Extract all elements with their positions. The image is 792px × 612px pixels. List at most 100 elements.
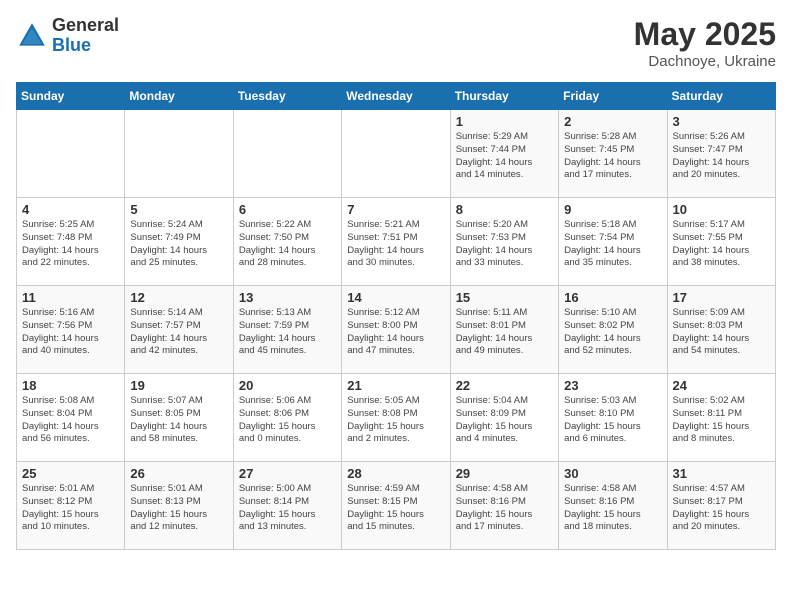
calendar-cell: 17Sunrise: 5:09 AM Sunset: 8:03 PM Dayli… — [667, 286, 775, 374]
day-info: Sunrise: 5:18 AM Sunset: 7:54 PM Dayligh… — [564, 219, 661, 270]
day-info: Sunrise: 5:20 AM Sunset: 7:53 PM Dayligh… — [456, 219, 553, 270]
day-info: Sunrise: 5:00 AM Sunset: 8:14 PM Dayligh… — [239, 483, 336, 534]
calendar-cell: 25 Sunrise: 5:01 AM Sunset: 8:12 PM Dayli… — [17, 462, 125, 550]
day-info: Sunrise: 5:10 AM Sunset: 8:02 PM Dayligh… — [564, 307, 661, 358]
day-info: Sunrise: 5:01 AM Sunset: 8:12 PM Dayligh… — [22, 483, 119, 534]
calendar-cell: 23 Sunrise: 5:03 AM Sunset: 8:10 PM Dayli… — [559, 374, 667, 462]
day-number: 29 — [456, 466, 553, 481]
day-info: Sunrise: 5:12 AM Sunset: 8:00 PM Dayligh… — [347, 307, 444, 358]
day-info: Sunrise: 5:09 AM Sunset: 8:03 PM Dayligh… — [673, 307, 770, 358]
calendar-cell: 28Sunrise: 4:59 AM Sunset: 8:15 PM Dayli… — [342, 462, 450, 550]
header-cell-wednesday: Wednesday — [342, 83, 450, 110]
header-cell-sunday: Sunday — [17, 83, 125, 110]
logo: General Blue — [16, 16, 119, 56]
day-info: Sunrise: 5:28 AM Sunset: 7:45 PM Dayligh… — [564, 131, 661, 182]
calendar-cell: 21Sunrise: 5:05 AM Sunset: 8:08 PM Dayli… — [342, 374, 450, 462]
day-info: Sunrise: 5:08 AM Sunset: 8:04 PM Dayligh… — [22, 395, 119, 446]
calendar-cell: 8Sunrise: 5:20 AM Sunset: 7:53 PM Daylig… — [450, 198, 558, 286]
logo-text: General Blue — [52, 16, 119, 56]
title-block: May 2025 Dachnoye, Ukraine — [634, 16, 776, 70]
calendar-cell — [17, 110, 125, 198]
day-number: 20 — [239, 378, 336, 393]
calendar-cell: 11 Sunrise: 5:16 AM Sunset: 7:56 PM Dayli… — [17, 286, 125, 374]
day-number: 3 — [673, 114, 770, 129]
day-info: Sunrise: 5:24 AM Sunset: 7:49 PM Dayligh… — [130, 219, 227, 270]
day-number: 15 — [456, 290, 553, 305]
day-info: Sunrise: 5:06 AM Sunset: 8:06 PM Dayligh… — [239, 395, 336, 446]
day-number: 13 — [239, 290, 336, 305]
calendar-cell: 6 Sunrise: 5:22 AM Sunset: 7:50 PM Daylig… — [233, 198, 341, 286]
day-number: 14 — [347, 290, 444, 305]
day-number: 19 — [130, 378, 227, 393]
calendar-week-row: 4Sunrise: 5:25 AM Sunset: 7:48 PM Daylig… — [17, 198, 776, 286]
day-number: 27 — [239, 466, 336, 481]
day-info: Sunrise: 5:03 AM Sunset: 8:10 PM Dayligh… — [564, 395, 661, 446]
day-info: Sunrise: 5:16 AM Sunset: 7:56 PM Dayligh… — [22, 307, 119, 358]
calendar-cell: 24 Sunrise: 5:02 AM Sunset: 8:11 PM Dayli… — [667, 374, 775, 462]
calendar-cell: 29 Sunrise: 4:58 AM Sunset: 8:16 PM Dayli… — [450, 462, 558, 550]
day-info: Sunrise: 5:14 AM Sunset: 7:57 PM Dayligh… — [130, 307, 227, 358]
day-info: Sunrise: 5:25 AM Sunset: 7:48 PM Dayligh… — [22, 219, 119, 270]
day-info: Sunrise: 5:21 AM Sunset: 7:51 PM Dayligh… — [347, 219, 444, 270]
calendar-cell: 22 Sunrise: 5:04 AM Sunset: 8:09 PM Dayli… — [450, 374, 558, 462]
day-info: Sunrise: 4:58 AM Sunset: 8:16 PM Dayligh… — [456, 483, 553, 534]
logo-general: General — [52, 16, 119, 36]
header-cell-tuesday: Tuesday — [233, 83, 341, 110]
location-subtitle: Dachnoye, Ukraine — [634, 53, 776, 70]
day-number: 21 — [347, 378, 444, 393]
calendar-cell — [342, 110, 450, 198]
day-info: Sunrise: 5:04 AM Sunset: 8:09 PM Dayligh… — [456, 395, 553, 446]
day-info: Sunrise: 5:02 AM Sunset: 8:11 PM Dayligh… — [673, 395, 770, 446]
day-number: 1 — [456, 114, 553, 129]
calendar-week-row: 18 Sunrise: 5:08 AM Sunset: 8:04 PM Dayli… — [17, 374, 776, 462]
calendar-week-row: 25 Sunrise: 5:01 AM Sunset: 8:12 PM Dayli… — [17, 462, 776, 550]
calendar-cell: 19 Sunrise: 5:07 AM Sunset: 8:05 PM Dayli… — [125, 374, 233, 462]
header-cell-thursday: Thursday — [450, 83, 558, 110]
month-year-title: May 2025 — [634, 16, 776, 53]
day-number: 25 — [22, 466, 119, 481]
day-number: 5 — [130, 202, 227, 217]
day-number: 24 — [673, 378, 770, 393]
calendar-cell: 1 Sunrise: 5:29 AM Sunset: 7:44 PM Daylig… — [450, 110, 558, 198]
header-cell-monday: Monday — [125, 83, 233, 110]
day-number: 22 — [456, 378, 553, 393]
logo-blue: Blue — [52, 36, 119, 56]
day-number: 18 — [22, 378, 119, 393]
day-info: Sunrise: 5:22 AM Sunset: 7:50 PM Dayligh… — [239, 219, 336, 270]
calendar-cell: 9 Sunrise: 5:18 AM Sunset: 7:54 PM Daylig… — [559, 198, 667, 286]
day-number: 28 — [347, 466, 444, 481]
day-number: 9 — [564, 202, 661, 217]
day-number: 6 — [239, 202, 336, 217]
logo-icon — [16, 20, 48, 52]
day-info: Sunrise: 5:11 AM Sunset: 8:01 PM Dayligh… — [456, 307, 553, 358]
calendar-cell: 4Sunrise: 5:25 AM Sunset: 7:48 PM Daylig… — [17, 198, 125, 286]
day-info: Sunrise: 4:58 AM Sunset: 8:16 PM Dayligh… — [564, 483, 661, 534]
day-info: Sunrise: 5:17 AM Sunset: 7:55 PM Dayligh… — [673, 219, 770, 270]
calendar-cell: 12Sunrise: 5:14 AM Sunset: 7:57 PM Dayli… — [125, 286, 233, 374]
day-info: Sunrise: 5:01 AM Sunset: 8:13 PM Dayligh… — [130, 483, 227, 534]
calendar-cell — [125, 110, 233, 198]
calendar-body: 1 Sunrise: 5:29 AM Sunset: 7:44 PM Daylig… — [17, 110, 776, 550]
day-info: Sunrise: 5:07 AM Sunset: 8:05 PM Dayligh… — [130, 395, 227, 446]
calendar-cell: 16 Sunrise: 5:10 AM Sunset: 8:02 PM Dayli… — [559, 286, 667, 374]
day-number: 16 — [564, 290, 661, 305]
calendar-cell: 18 Sunrise: 5:08 AM Sunset: 8:04 PM Dayli… — [17, 374, 125, 462]
calendar-week-row: 1 Sunrise: 5:29 AM Sunset: 7:44 PM Daylig… — [17, 110, 776, 198]
calendar-cell: 31Sunrise: 4:57 AM Sunset: 8:17 PM Dayli… — [667, 462, 775, 550]
day-number: 11 — [22, 290, 119, 305]
calendar-cell: 2 Sunrise: 5:28 AM Sunset: 7:45 PM Daylig… — [559, 110, 667, 198]
day-number: 10 — [673, 202, 770, 217]
day-info: Sunrise: 5:29 AM Sunset: 7:44 PM Dayligh… — [456, 131, 553, 182]
day-info: Sunrise: 5:13 AM Sunset: 7:59 PM Dayligh… — [239, 307, 336, 358]
day-number: 2 — [564, 114, 661, 129]
day-info: Sunrise: 5:26 AM Sunset: 7:47 PM Dayligh… — [673, 131, 770, 182]
header-cell-saturday: Saturday — [667, 83, 775, 110]
calendar-cell — [233, 110, 341, 198]
day-number: 23 — [564, 378, 661, 393]
calendar-week-row: 11 Sunrise: 5:16 AM Sunset: 7:56 PM Dayli… — [17, 286, 776, 374]
day-number: 26 — [130, 466, 227, 481]
calendar-table: SundayMondayTuesdayWednesdayThursdayFrid… — [16, 82, 776, 550]
calendar-cell: 10 Sunrise: 5:17 AM Sunset: 7:55 PM Dayli… — [667, 198, 775, 286]
day-number: 30 — [564, 466, 661, 481]
calendar-cell: 15 Sunrise: 5:11 AM Sunset: 8:01 PM Dayli… — [450, 286, 558, 374]
